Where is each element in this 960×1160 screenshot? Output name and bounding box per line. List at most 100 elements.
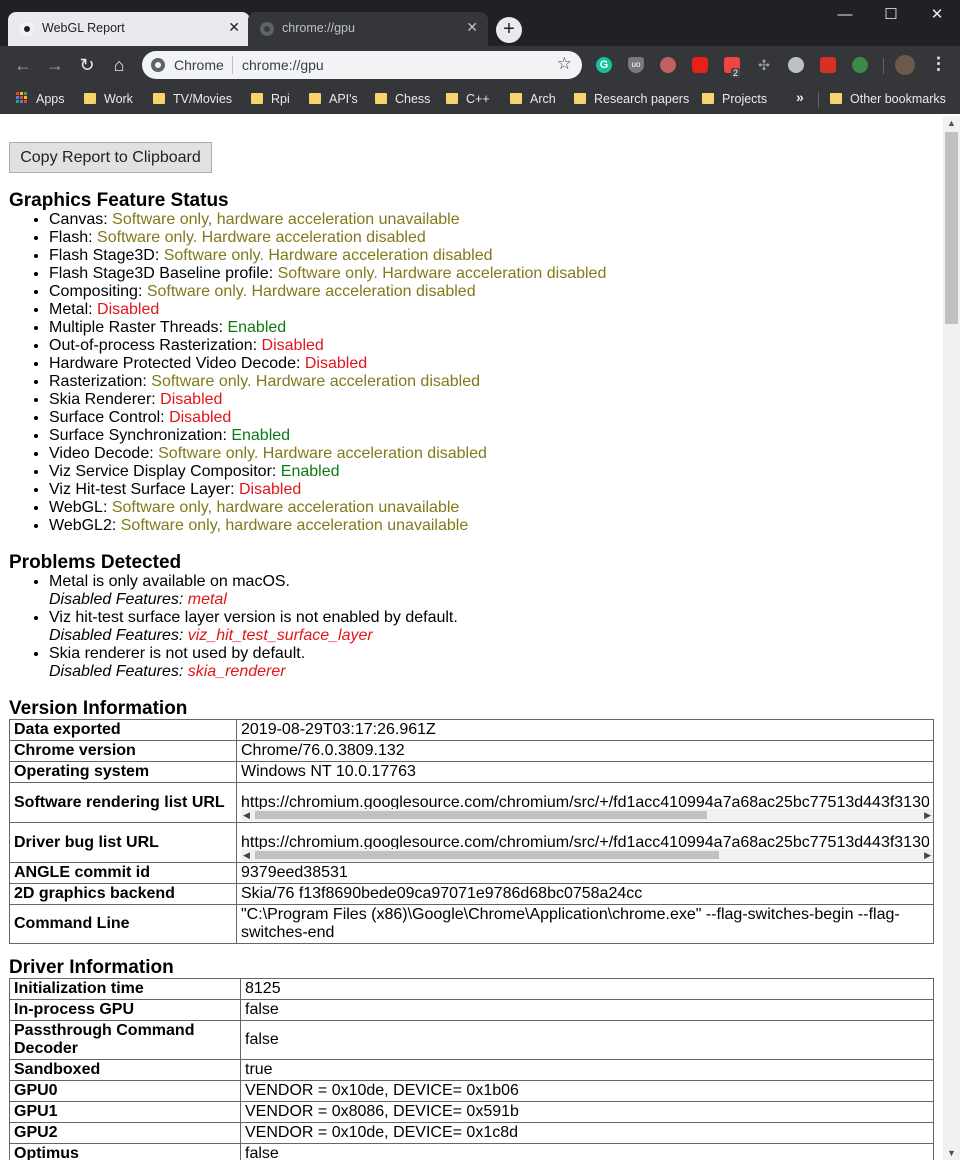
- row-key: GPU1: [9, 1101, 241, 1123]
- feature-status-value: Software only. Hardware acceleration dis…: [97, 229, 426, 246]
- omnibox-separator: [232, 56, 233, 74]
- star-icon[interactable]: ☆: [557, 54, 572, 74]
- feature-status-item: Skia Renderer: Disabled: [49, 391, 606, 409]
- bookmark-apps[interactable]: Apps: [16, 90, 65, 108]
- folder-icon: [251, 93, 263, 104]
- feature-status-item: Viz Service Display Compositor: Enabled: [49, 463, 606, 481]
- folder-icon: [702, 93, 714, 104]
- cross-icon[interactable]: ✣: [756, 57, 772, 73]
- disabled-features-label: Disabled Features:: [49, 627, 184, 644]
- check-icon[interactable]: [788, 57, 804, 73]
- back-arrow-icon[interactable]: ←: [10, 52, 36, 78]
- vertical-scrollbar[interactable]: ▲ ▼: [943, 116, 960, 1160]
- feature-status-item: WebGL2: Software only, hardware accelera…: [49, 517, 606, 535]
- scrollbar-thumb[interactable]: [255, 851, 719, 859]
- row-key: 2D graphics backend: [9, 883, 237, 905]
- problem-text: Metal is only available on macOS.: [49, 573, 290, 590]
- bookmark-rpi[interactable]: Rpi: [251, 90, 290, 108]
- bookmark-chess[interactable]: Chess: [375, 90, 430, 108]
- url-cell: https://chromium.googlesource.com/chromi…: [236, 822, 934, 863]
- pin-icon[interactable]: [820, 57, 836, 73]
- scroll-down-icon[interactable]: ▼: [943, 1148, 960, 1158]
- tab-chrome-gpu[interactable]: chrome://gpu ✕: [248, 12, 488, 46]
- copy-report-button[interactable]: Copy Report to Clipboard: [9, 142, 212, 173]
- close-tab-icon[interactable]: ✕: [228, 20, 240, 34]
- reload-icon[interactable]: ↻: [74, 52, 100, 78]
- feature-separator: :: [271, 463, 281, 480]
- ublock-icon[interactable]: uo: [628, 57, 644, 73]
- feature-status-value: Enabled: [280, 463, 340, 480]
- menu-icon[interactable]: ⋮: [930, 54, 947, 74]
- close-tab-icon[interactable]: ✕: [466, 20, 478, 34]
- scroll-left-icon[interactable]: ◀: [243, 806, 250, 822]
- scroll-right-icon[interactable]: ▶: [924, 846, 931, 862]
- bookmark-projects[interactable]: Projects: [702, 90, 767, 108]
- feature-separator: :: [103, 211, 113, 228]
- row-key: Data exported: [9, 719, 237, 741]
- tab-webgl-report[interactable]: WebGL Report ✕: [8, 12, 250, 46]
- disabled-feature-name: skia_renderer: [187, 663, 286, 680]
- feature-name: Flash: [49, 229, 89, 246]
- row-key: Driver bug list URL: [9, 822, 237, 863]
- feature-separator: :: [149, 445, 159, 462]
- globe-icon: [20, 22, 34, 36]
- driver-info-heading: Driver Information: [9, 957, 174, 978]
- url-text[interactable]: chrome://gpu: [242, 57, 324, 73]
- feature-status-item: Flash Stage3D Baseline profile: Software…: [49, 265, 606, 283]
- row-value: Chrome/76.0.3809.132: [236, 740, 934, 762]
- bookmark-cpp[interactable]: C++: [446, 90, 490, 108]
- bookmarks-overflow-button[interactable]: »: [796, 89, 804, 105]
- address-bar[interactable]: Chrome chrome://gpu ☆: [142, 51, 582, 79]
- bookmark-research-papers[interactable]: Research papers: [574, 90, 689, 108]
- home-icon[interactable]: ⌂: [106, 52, 132, 78]
- gear-icon[interactable]: [852, 57, 868, 73]
- bookmark-other[interactable]: Other bookmarks: [830, 90, 946, 108]
- feature-status-item: WebGL: Software only, hardware accelerat…: [49, 499, 606, 517]
- scroll-up-icon[interactable]: ▲: [943, 118, 960, 128]
- horizontal-scrollbar[interactable]: ◀ ▶: [241, 809, 933, 821]
- feature-separator: :: [295, 355, 305, 372]
- bookmark-arch[interactable]: Arch: [510, 90, 556, 108]
- close-window-button[interactable]: ✕: [914, 0, 960, 30]
- bookmark-work[interactable]: Work: [84, 90, 133, 108]
- row-key: Optimus: [9, 1143, 241, 1160]
- feature-name: Flash Stage3D: [49, 247, 155, 264]
- feature-name: Out-of-process Rasterization: [49, 337, 253, 354]
- scrollbar-thumb[interactable]: [255, 811, 707, 819]
- bookmark-label: Work: [104, 92, 133, 106]
- bookmark-label: Rpi: [271, 92, 290, 106]
- bookmark-apis[interactable]: API's: [309, 90, 358, 108]
- play-icon[interactable]: [660, 57, 676, 73]
- row-key: Operating system: [9, 761, 237, 783]
- avatar[interactable]: [895, 55, 915, 75]
- feature-status-item: Viz Hit-test Surface Layer: Disabled: [49, 481, 606, 499]
- feature-status-value: Disabled: [239, 481, 302, 498]
- folder-icon: [510, 93, 522, 104]
- feature-name: Surface Synchronization: [49, 427, 223, 444]
- minimize-button[interactable]: —: [822, 0, 868, 30]
- feature-status-value: Software only. Hardware acceleration dis…: [158, 445, 487, 462]
- feature-separator: :: [268, 265, 278, 282]
- feature-separator: :: [222, 427, 232, 444]
- table-row: GPU1 VENDOR = 0x8086, DEVICE= 0x591b: [9, 1101, 934, 1123]
- problem-text: Skia renderer is not used by default.: [49, 645, 306, 662]
- row-key: Sandboxed: [9, 1059, 241, 1081]
- scroll-left-icon[interactable]: ◀: [243, 846, 250, 862]
- horizontal-scrollbar[interactable]: ◀ ▶: [241, 849, 933, 861]
- forward-arrow-icon[interactable]: →: [42, 52, 68, 78]
- grammarly-icon[interactable]: G: [596, 57, 612, 73]
- tab-title: chrome://gpu: [282, 21, 355, 35]
- new-tab-button[interactable]: +: [496, 17, 522, 43]
- bookmark-tv-movies[interactable]: TV/Movies: [153, 90, 232, 108]
- row-key: GPU0: [9, 1080, 241, 1102]
- scrollbar-thumb[interactable]: [945, 132, 958, 324]
- feature-name: Canvas: [49, 211, 104, 228]
- row-key: Initialization time: [9, 978, 241, 1000]
- feature-status-item: Metal: Disabled: [49, 301, 606, 319]
- youtube-icon[interactable]: [692, 57, 708, 73]
- maximize-button[interactable]: ☐: [868, 0, 914, 30]
- table-row: Data exported 2019-08-29T03:17:26.961Z: [9, 719, 934, 741]
- feature-name: Rasterization: [49, 373, 143, 390]
- scroll-right-icon[interactable]: ▶: [924, 806, 931, 822]
- feature-status-value: Software only. Hardware acceleration dis…: [163, 247, 493, 264]
